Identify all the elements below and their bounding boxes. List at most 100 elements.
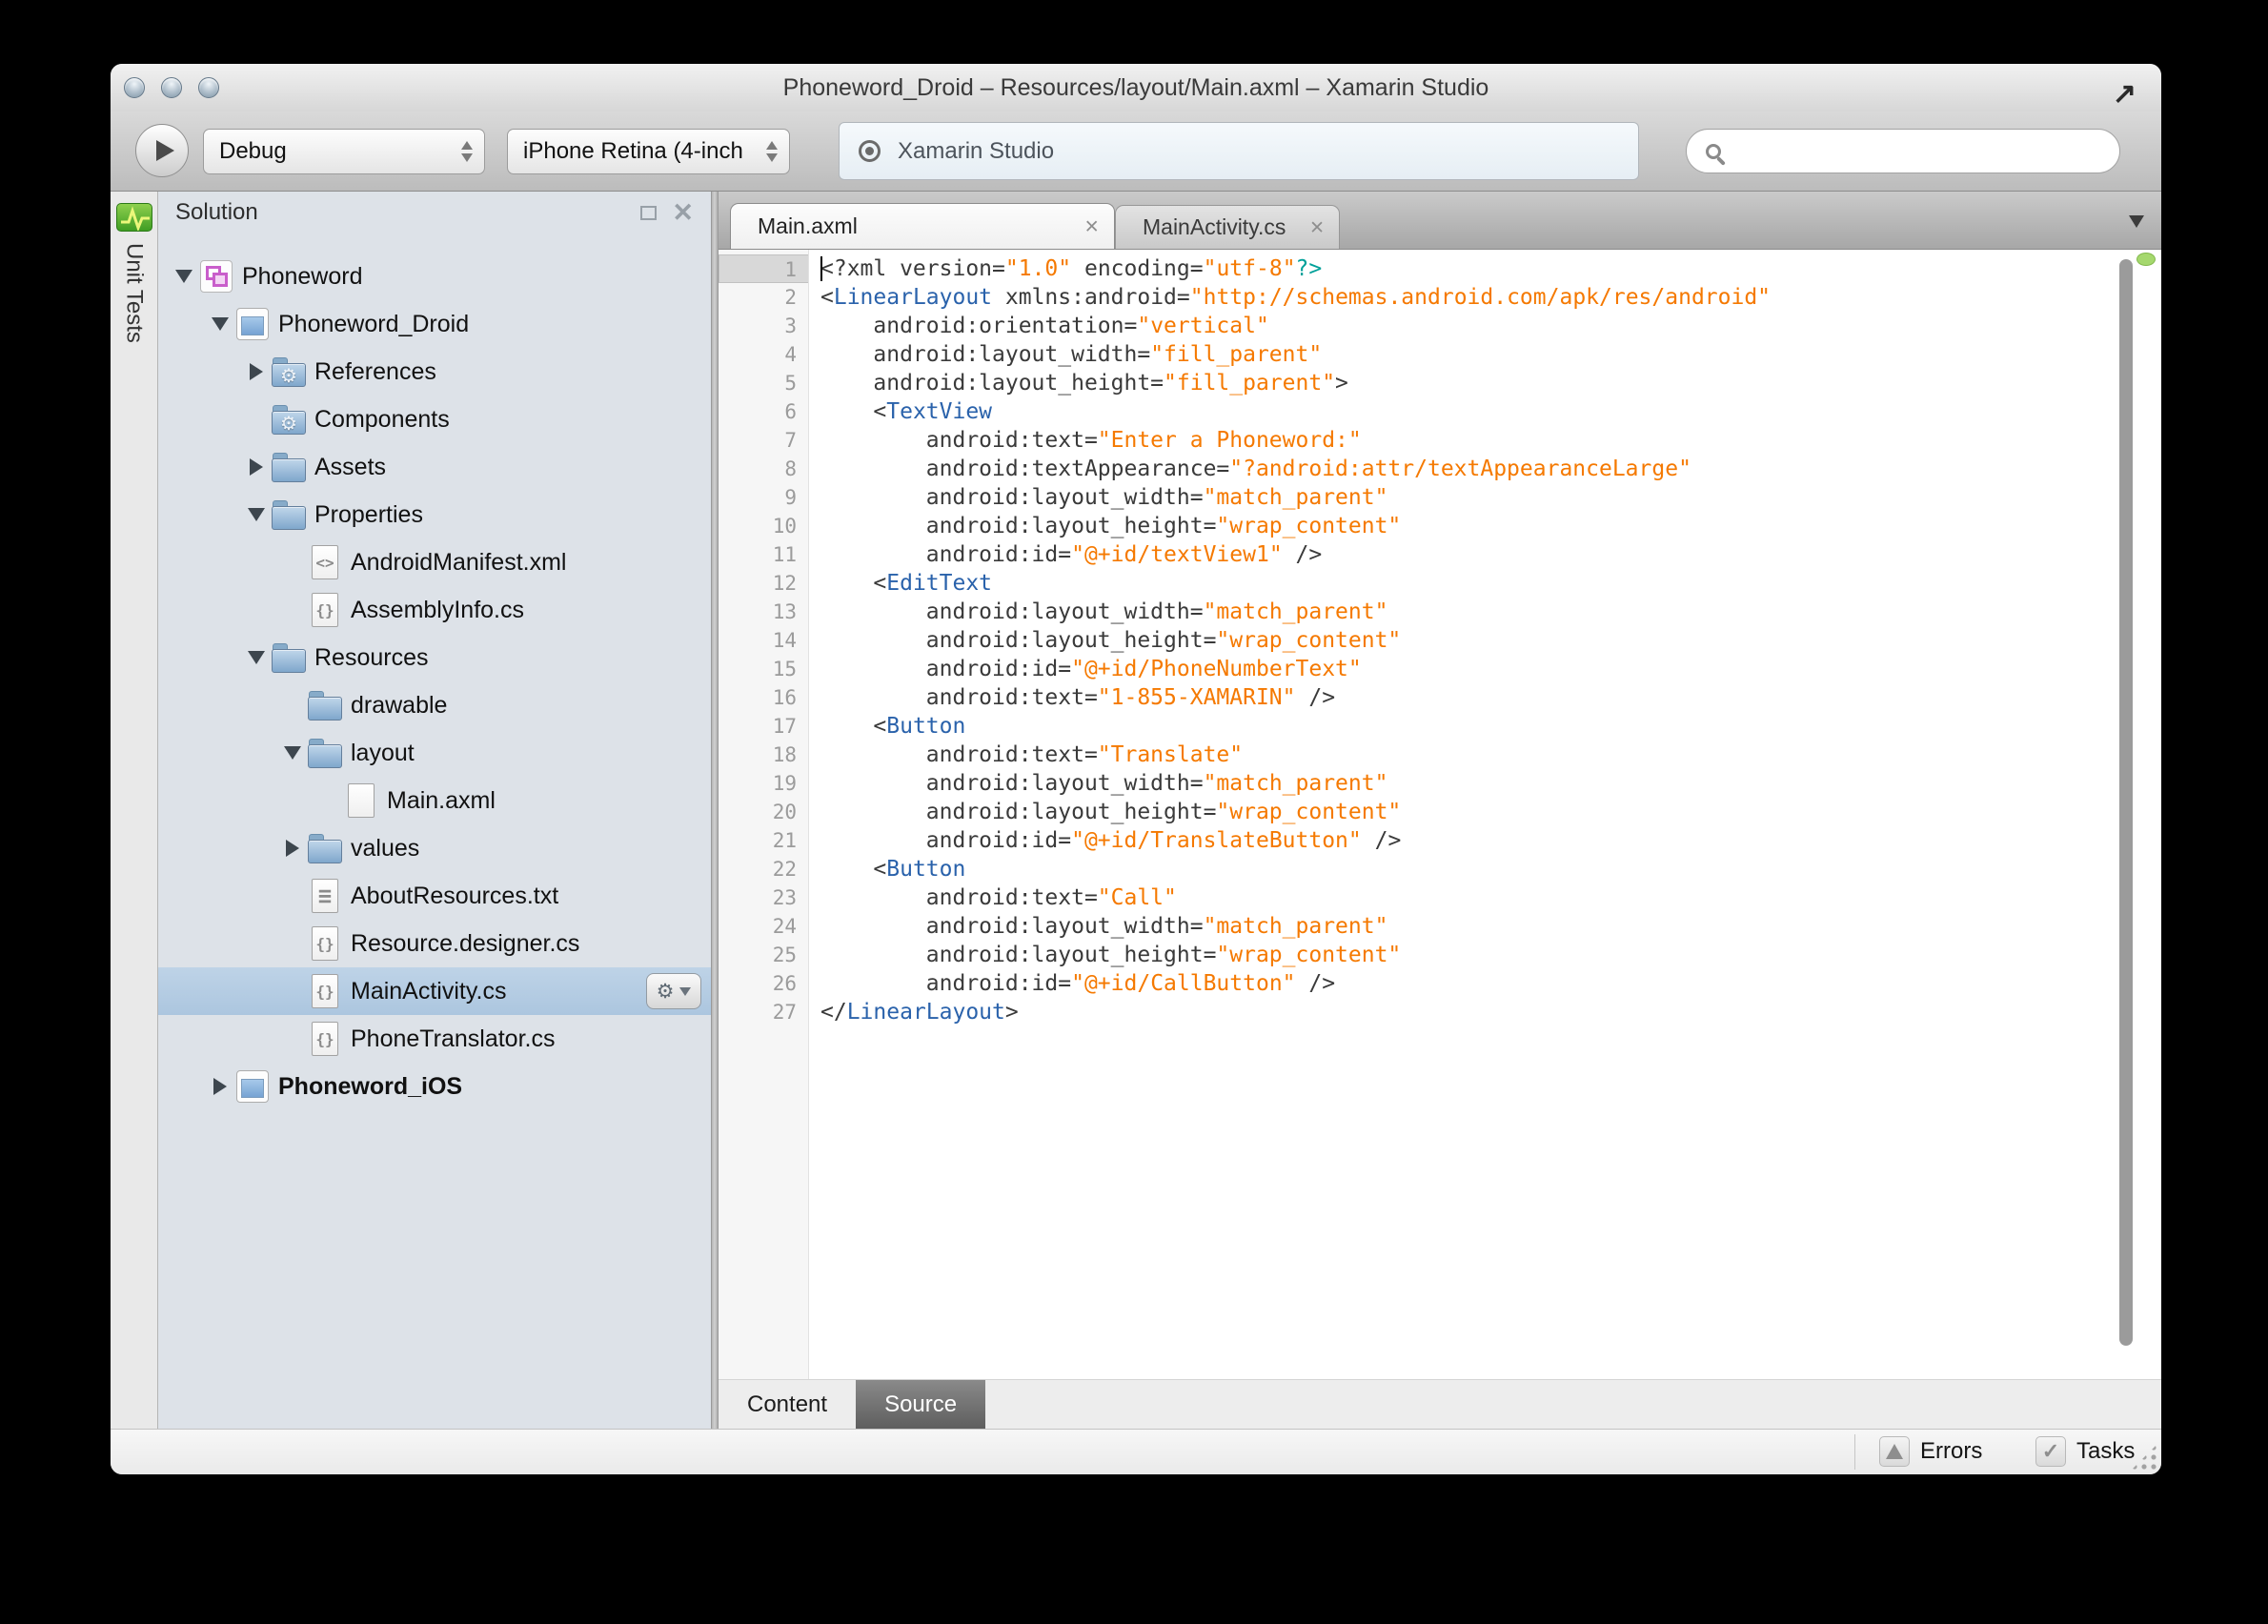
line-number: 4 (784, 343, 797, 366)
disclosure-right-icon[interactable] (244, 359, 269, 384)
view-tab-content[interactable]: Content (719, 1380, 856, 1429)
code-line: <TextView (820, 399, 993, 424)
line-number: 23 (772, 886, 797, 909)
line-number: 11 (772, 543, 797, 566)
line-number-gutter: 1 2 3 4 5 6 7 8 9 10 11 12 13 14 15 16 17 18 19 20 21 22 23 24 2… (719, 250, 809, 1379)
tree-item-properties[interactable]: Properties (158, 491, 711, 538)
code-line: <LinearLayout xmlns:android="http://sche… (820, 285, 1772, 310)
code-line: android:id="@+id/PhoneNumberText" (820, 657, 1362, 681)
resize-cursor-icon: ↗ (2112, 78, 2136, 110)
solution-pad-header: Solution ✕ (158, 192, 711, 233)
check-icon: ✓ (2035, 1436, 2066, 1467)
xamarin-studio-window: Phoneword_Droid – Resources/layout/Main.… (111, 64, 2161, 1474)
line-number: 17 (772, 715, 797, 738)
line-number: 8 (784, 457, 797, 480)
errors-button[interactable]: Errors (1879, 1436, 1982, 1467)
code-line: <?xml version="1.0" encoding="utf-8"?> (820, 256, 1323, 281)
play-icon (156, 140, 174, 161)
statusbar-divider (1854, 1434, 1855, 1470)
titlebar[interactable]: Phoneword_Droid – Resources/layout/Main.… (111, 64, 2161, 112)
code-line: android:id="@+id/textView1" /> (820, 542, 1323, 567)
search-input[interactable] (1731, 137, 2110, 165)
tree-item-label: Phoneword_Droid (278, 310, 470, 337)
tree-item-androidmanifest-xml[interactable]: <> AndroidManifest.xml (158, 538, 711, 586)
tree-item-label: AssemblyInfo.cs (351, 596, 525, 623)
disclosure-right-icon[interactable] (280, 836, 305, 861)
line-number: 15 (772, 658, 797, 680)
disclosure-down-icon[interactable] (280, 741, 305, 765)
left-dock-bar: Unit Tests (111, 192, 158, 1429)
code-text-area[interactable]: <?xml version="1.0" encoding="utf-8"?> <L… (809, 250, 2161, 1379)
disclosure-right-icon[interactable] (208, 1074, 233, 1099)
dock-tab-unit-tests[interactable]: Unit Tests (121, 243, 148, 343)
file-cs-icon: {} (307, 973, 343, 1009)
tree-item-label: MainActivity.cs (351, 977, 507, 1005)
folder-icon (307, 687, 343, 723)
tree-item-phoneword-ios[interactable]: Phoneword_iOS (158, 1063, 711, 1110)
tree-item-label: Resource.designer.cs (351, 929, 580, 957)
tree-item-layout[interactable]: layout (158, 729, 711, 777)
status-bar: Errors ✓ Tasks (111, 1429, 2161, 1474)
line-number: 6 (784, 400, 797, 423)
code-line: android:layout_height="wrap_content" (820, 514, 1402, 538)
tree-item-drawable[interactable]: drawable (158, 681, 711, 729)
code-line: android:id="@+id/CallButton" /> (820, 971, 1336, 996)
tab-overflow-icon[interactable] (2129, 215, 2144, 228)
solution-icon (198, 258, 234, 294)
configuration-dropdown[interactable]: Debug (203, 129, 485, 174)
folder-icon (271, 639, 307, 676)
tree-item-resources[interactable]: Resources (158, 634, 711, 681)
tree-item-phoneword-droid[interactable]: Phoneword_Droid (158, 300, 711, 348)
code-line: </LinearLayout> (820, 1000, 1019, 1025)
close-tab-icon[interactable]: × (1084, 214, 1099, 238)
code-line: android:layout_width="fill_parent" (820, 342, 1323, 367)
zoom-window-button[interactable] (198, 77, 219, 98)
unit-tests-icon[interactable] (115, 203, 152, 232)
disclosure-down-icon[interactable] (172, 264, 196, 289)
close-pad-icon[interactable]: ✕ (672, 199, 694, 226)
code-line: android:orientation="vertical" (820, 314, 1269, 338)
run-button[interactable] (135, 124, 189, 177)
dock-pad-icon[interactable] (640, 205, 658, 220)
tree-item-assemblyinfo-cs[interactable]: {} AssemblyInfo.cs (158, 586, 711, 634)
configuration-label: Debug (219, 138, 287, 164)
tasks-button[interactable]: ✓ Tasks (2035, 1436, 2135, 1467)
tree-item-phoneword[interactable]: Phoneword (158, 253, 711, 300)
search-box[interactable] (1686, 129, 2120, 173)
view-tab-source[interactable]: Source (856, 1380, 986, 1429)
tree-item-mainactivity-cs[interactable]: {} MainActivity.cs ⚙ (158, 967, 711, 1015)
disclosure-right-icon[interactable] (244, 455, 269, 479)
code-line: android:textAppearance="?android:attr/te… (820, 457, 1691, 481)
disclosure-down-icon[interactable] (208, 312, 233, 336)
line-number: 25 (772, 944, 797, 966)
tree-item-assets[interactable]: Assets (158, 443, 711, 491)
code-line: <Button (820, 857, 966, 882)
tree-item-phonetranslator-cs[interactable]: {} PhoneTranslator.cs (158, 1015, 711, 1063)
tree-item-main-axml[interactable]: Main.axml (158, 777, 711, 824)
tree-item-aboutresources-txt[interactable]: ≡ AboutResources.txt (158, 872, 711, 920)
tree-item-references[interactable]: ⚙ References (158, 348, 711, 396)
item-options-button[interactable]: ⚙ (646, 973, 701, 1009)
device-dropdown[interactable]: iPhone Retina (4-inch (507, 129, 790, 174)
editor-tab-mainactivity-cs[interactable]: MainActivity.cs × (1115, 205, 1341, 249)
close-window-button[interactable] (124, 77, 145, 98)
tree-item-values[interactable]: values (158, 824, 711, 872)
pane-splitter[interactable] (711, 192, 719, 1429)
tree-item-components[interactable]: ⚙ Components (158, 396, 711, 443)
disclosure-down-icon[interactable] (244, 502, 269, 527)
minimize-window-button[interactable] (161, 77, 182, 98)
vertical-scrollbar[interactable] (2119, 259, 2133, 1346)
close-tab-icon[interactable]: × (1310, 215, 1325, 239)
tree-item-resource-designer-cs[interactable]: {} Resource.designer.cs (158, 920, 711, 967)
status-text: Xamarin Studio (898, 137, 1055, 164)
file-text-icon: ≡ (307, 878, 343, 914)
search-icon (1706, 143, 1721, 159)
editor-tab-main-axml[interactable]: Main.axml × (730, 203, 1115, 249)
tree-item-label: Main.axml (387, 786, 496, 814)
disclosure-down-icon[interactable] (244, 645, 269, 670)
gear-icon: ⚙ (656, 980, 675, 1003)
line-number: 20 (772, 801, 797, 823)
